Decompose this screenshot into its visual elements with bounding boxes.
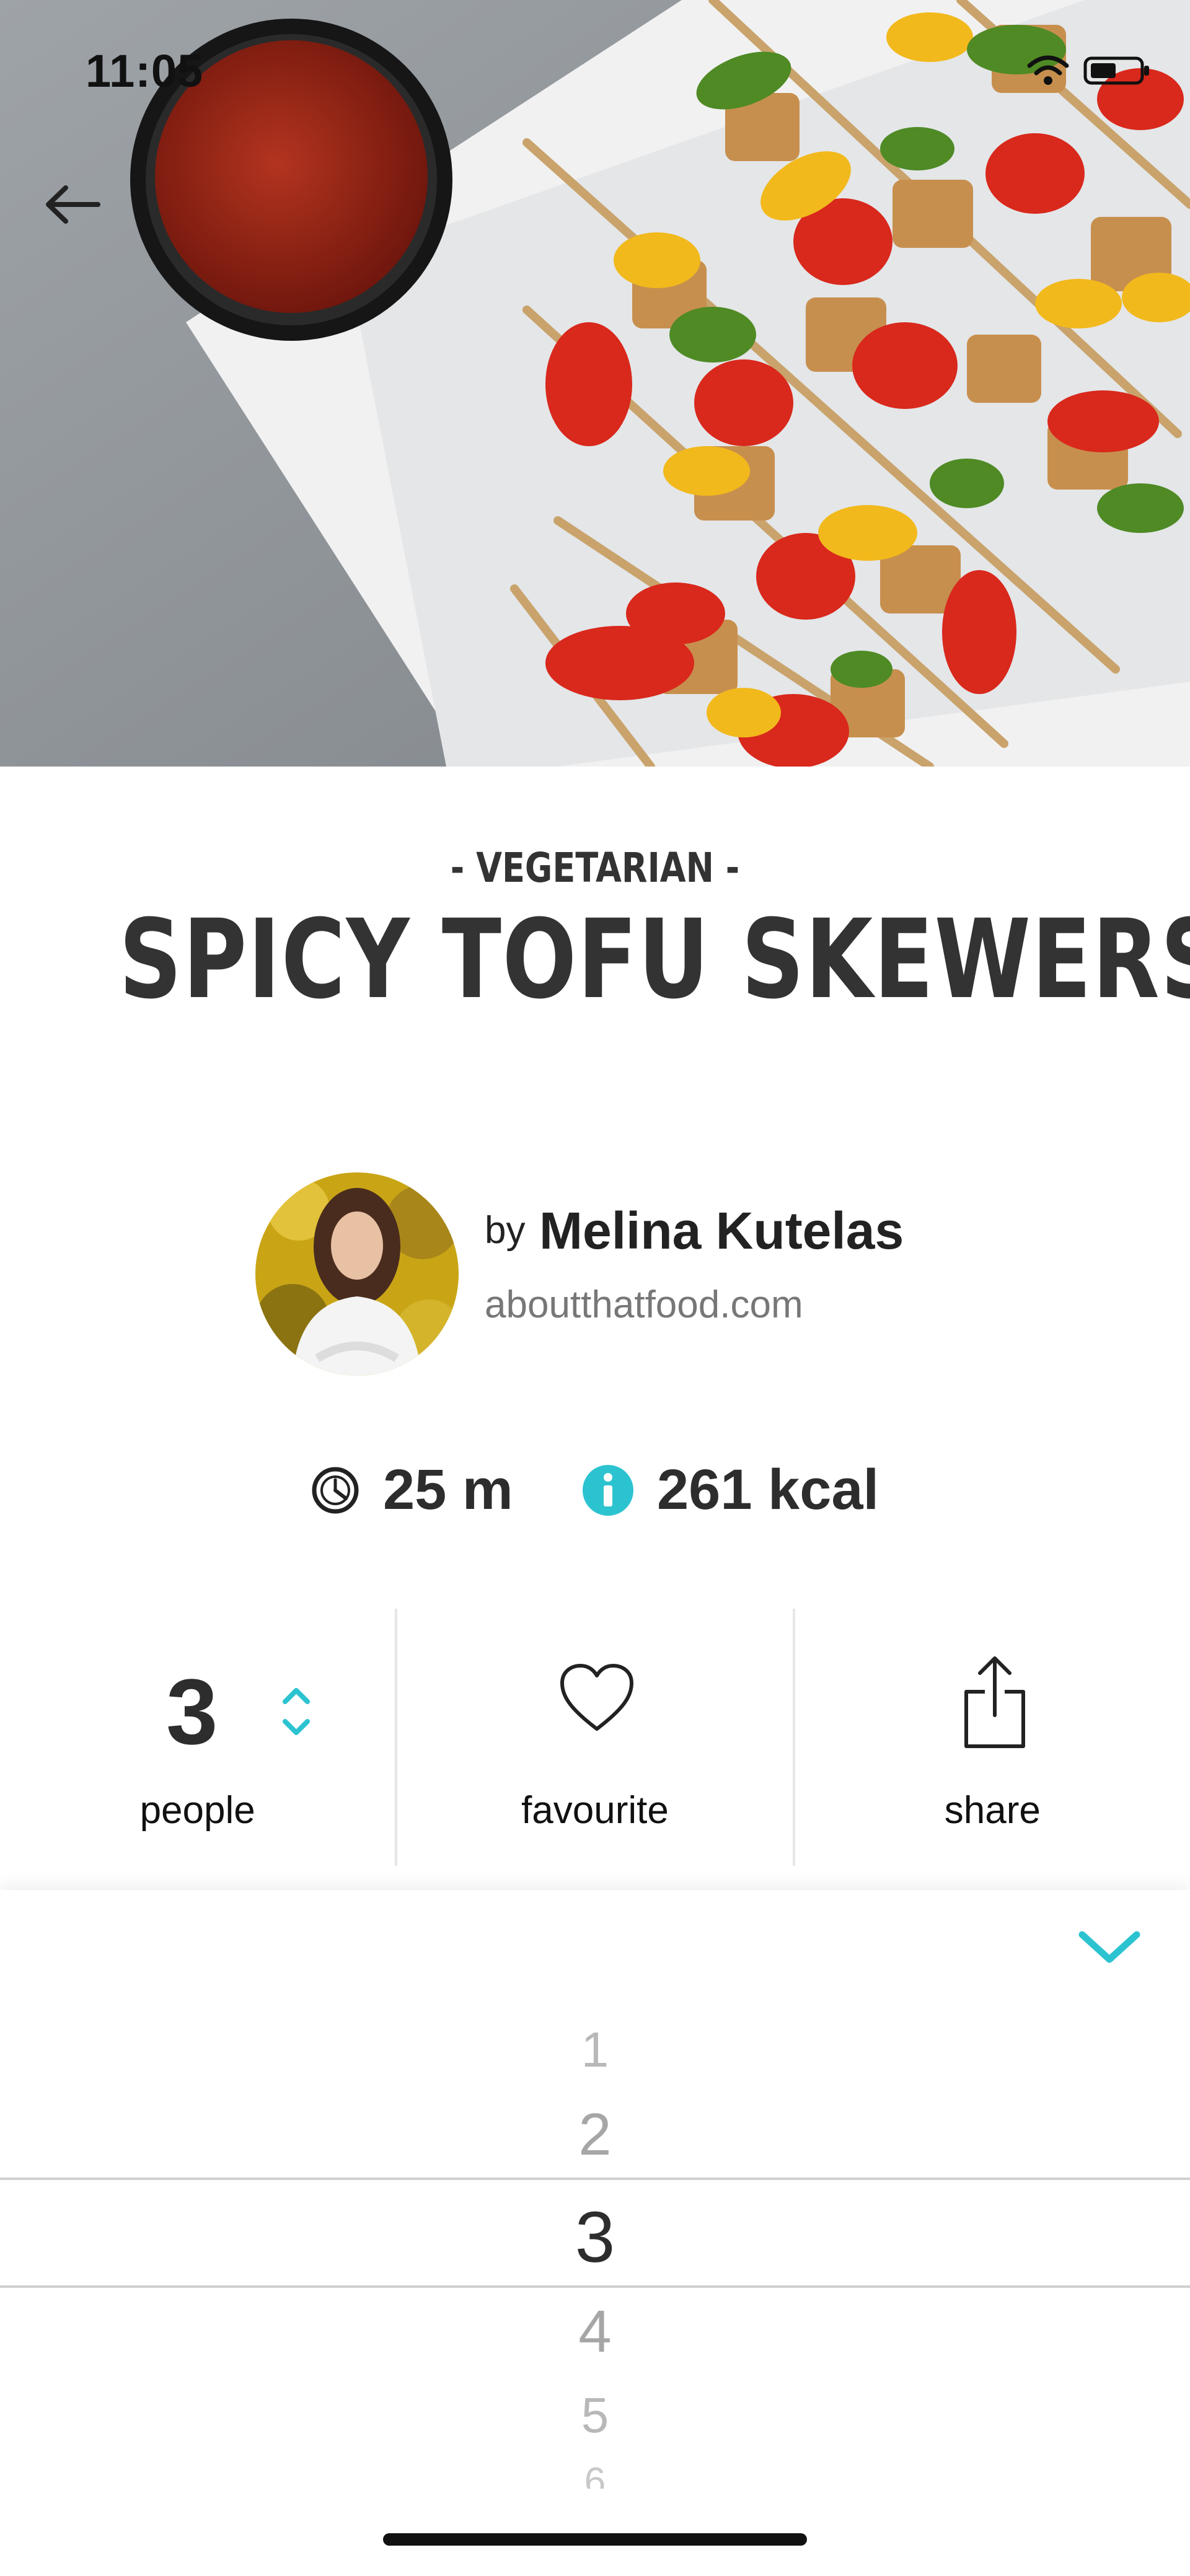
wifi-icon: [1027, 55, 1069, 85]
picker-option[interactable]: 2: [0, 2101, 1190, 2169]
info-icon: [583, 1464, 633, 1516]
picker-option[interactable]: 1: [0, 2021, 1190, 2078]
picker-option-selected[interactable]: 3: [0, 2196, 1190, 2279]
picker-selection-bottom-line: [0, 2285, 1190, 2288]
recipe-hero-image: [0, 0, 1190, 767]
status-bar-time: 11:05: [86, 45, 204, 97]
calories-value: 261 kcal: [657, 1458, 879, 1521]
servings-count: 3: [166, 1659, 218, 1764]
share-button[interactable]: share: [792, 1609, 1190, 1866]
favourite-button[interactable]: favourite: [395, 1609, 792, 1866]
servings-label: people: [139, 1789, 255, 1832]
heart-icon: [560, 1664, 634, 1731]
recipe-title: SPICY TOFU SKEWERS: [119, 896, 1190, 1023]
picker-option[interactable]: 5: [0, 2387, 1190, 2444]
cook-time: 25 m: [310, 1457, 513, 1523]
author-avatar[interactable]: [255, 1172, 459, 1376]
author-name[interactable]: Melina Kutelas: [539, 1201, 904, 1261]
picker-option[interactable]: 6: [0, 2460, 1190, 2489]
battery-icon: [1083, 56, 1149, 85]
picker-option[interactable]: 4: [0, 2298, 1190, 2366]
recipe-actions: 3 people favourite share: [0, 1609, 1190, 1866]
stopwatch-icon: [312, 1467, 359, 1513]
favourite-label: favourite: [521, 1789, 669, 1832]
author-by-label: by: [485, 1209, 526, 1252]
status-bar-indicators: [1026, 55, 1152, 87]
recipe-category: - VEGETARIAN -: [450, 844, 740, 892]
stepper-icon[interactable]: [278, 1677, 315, 1745]
author-website-link[interactable]: aboutthatfood.com: [485, 1283, 803, 1327]
picker-selection-top-line: [0, 2178, 1190, 2180]
arrow-left-icon: [46, 185, 100, 224]
calories[interactable]: 261 kcal: [581, 1457, 879, 1523]
cook-time-value: 25 m: [383, 1458, 513, 1521]
share-icon: [964, 1656, 1025, 1748]
back-button[interactable]: [35, 174, 109, 235]
home-indicator[interactable]: [383, 2533, 807, 2546]
chevron-down-icon: [1078, 1931, 1140, 1963]
share-label: share: [944, 1789, 1041, 1832]
sheet-close-button[interactable]: [1072, 1921, 1147, 1971]
servings-selector[interactable]: 3 people: [0, 1609, 395, 1866]
